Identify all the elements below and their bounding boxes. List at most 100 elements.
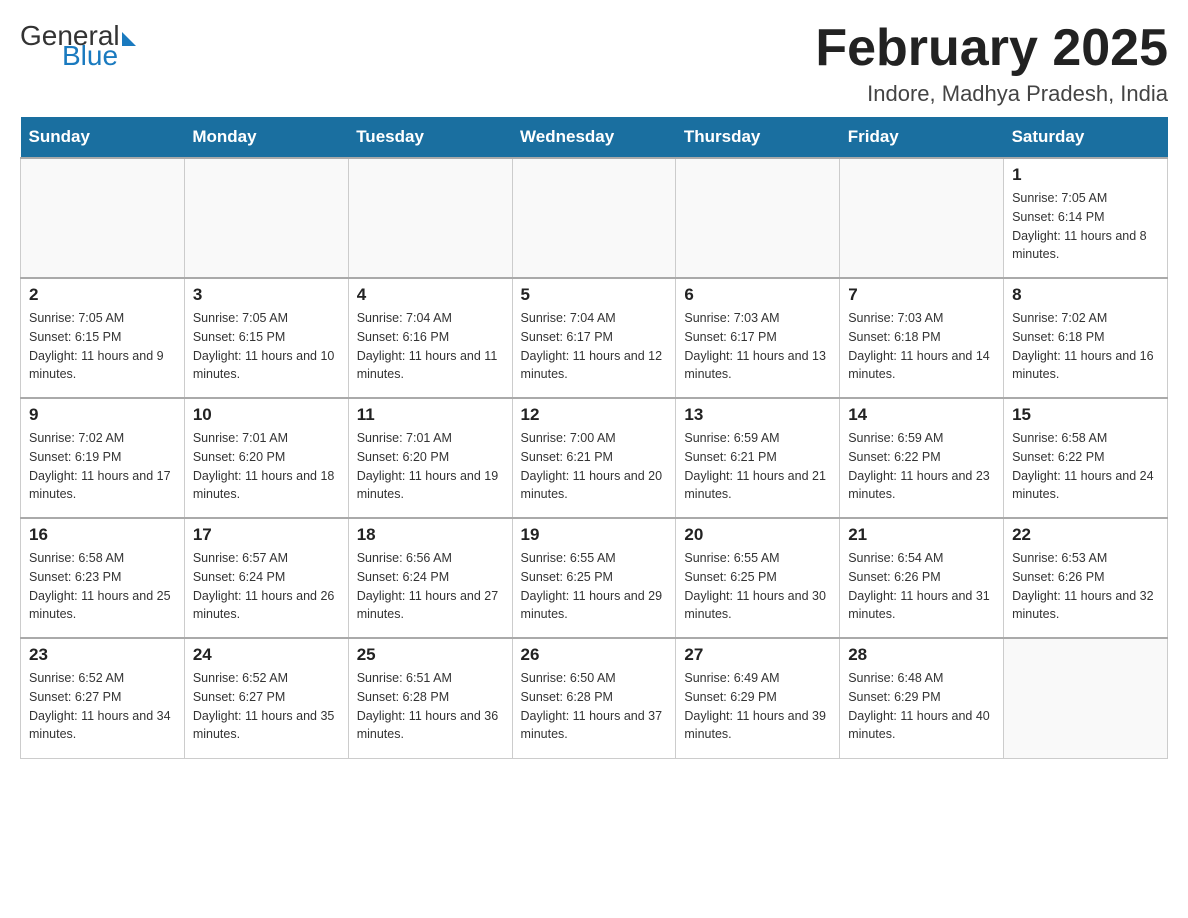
day-cell-4-3: 26 Sunrise: 6:50 AMSunset: 6:28 PMDayligh… bbox=[512, 638, 676, 758]
day-cell-0-2 bbox=[348, 158, 512, 278]
day-info: Sunrise: 6:50 AMSunset: 6:28 PMDaylight:… bbox=[521, 669, 668, 744]
day-info: Sunrise: 6:54 AMSunset: 6:26 PMDaylight:… bbox=[848, 549, 995, 624]
day-number: 10 bbox=[193, 405, 340, 425]
day-cell-2-3: 12Sunrise: 7:00 AMSunset: 6:21 PMDayligh… bbox=[512, 398, 676, 518]
week-row-2: 2 Sunrise: 7:05 AMSunset: 6:15 PMDaylight… bbox=[21, 278, 1168, 398]
col-monday: Monday bbox=[184, 117, 348, 158]
day-info: Sunrise: 7:04 AMSunset: 6:16 PMDaylight:… bbox=[357, 309, 504, 384]
day-number: 17 bbox=[193, 525, 340, 545]
day-number: 15 bbox=[1012, 405, 1159, 425]
day-cell-1-6: 8 Sunrise: 7:02 AMSunset: 6:18 PMDaylight… bbox=[1004, 278, 1168, 398]
day-cell-2-5: 14 Sunrise: 6:59 AMSunset: 6:22 PMDayligh… bbox=[840, 398, 1004, 518]
week-row-4: 16Sunrise: 6:58 AMSunset: 6:23 PMDayligh… bbox=[21, 518, 1168, 638]
day-number: 14 bbox=[848, 405, 995, 425]
day-cell-3-5: 21 Sunrise: 6:54 AMSunset: 6:26 PMDayligh… bbox=[840, 518, 1004, 638]
day-info: Sunrise: 6:55 AMSunset: 6:25 PMDaylight:… bbox=[521, 549, 668, 624]
day-number: 19 bbox=[521, 525, 668, 545]
day-number: 1 bbox=[1012, 165, 1159, 185]
day-number: 26 bbox=[521, 645, 668, 665]
col-thursday: Thursday bbox=[676, 117, 840, 158]
day-number: 4 bbox=[357, 285, 504, 305]
day-cell-0-3 bbox=[512, 158, 676, 278]
day-number: 8 bbox=[1012, 285, 1159, 305]
logo: General Blue bbox=[20, 20, 136, 72]
day-number: 5 bbox=[521, 285, 668, 305]
day-cell-2-2: 11 Sunrise: 7:01 AMSunset: 6:20 PMDayligh… bbox=[348, 398, 512, 518]
day-number: 20 bbox=[684, 525, 831, 545]
day-info: Sunrise: 6:56 AMSunset: 6:24 PMDaylight:… bbox=[357, 549, 504, 624]
day-info: Sunrise: 6:48 AMSunset: 6:29 PMDaylight:… bbox=[848, 669, 995, 744]
day-number: 3 bbox=[193, 285, 340, 305]
day-cell-4-6 bbox=[1004, 638, 1168, 758]
day-number: 23 bbox=[29, 645, 176, 665]
day-cell-2-6: 15 Sunrise: 6:58 AMSunset: 6:22 PMDayligh… bbox=[1004, 398, 1168, 518]
week-row-1: 1Sunrise: 7:05 AMSunset: 6:14 PMDaylight… bbox=[21, 158, 1168, 278]
day-cell-0-1 bbox=[184, 158, 348, 278]
day-number: 2 bbox=[29, 285, 176, 305]
day-cell-2-4: 13 Sunrise: 6:59 AMSunset: 6:21 PMDayligh… bbox=[676, 398, 840, 518]
day-cell-4-1: 24 Sunrise: 6:52 AMSunset: 6:27 PMDayligh… bbox=[184, 638, 348, 758]
day-info: Sunrise: 6:51 AMSunset: 6:28 PMDaylight:… bbox=[357, 669, 504, 744]
day-number: 22 bbox=[1012, 525, 1159, 545]
week-row-5: 23 Sunrise: 6:52 AMSunset: 6:27 PMDayligh… bbox=[21, 638, 1168, 758]
day-cell-1-1: 3 Sunrise: 7:05 AMSunset: 6:15 PMDaylight… bbox=[184, 278, 348, 398]
day-number: 9 bbox=[29, 405, 176, 425]
day-info: Sunrise: 7:02 AMSunset: 6:19 PMDaylight:… bbox=[29, 429, 176, 504]
day-cell-2-1: 10 Sunrise: 7:01 AMSunset: 6:20 PMDayligh… bbox=[184, 398, 348, 518]
day-info: Sunrise: 7:02 AMSunset: 6:18 PMDaylight:… bbox=[1012, 309, 1159, 384]
day-cell-0-6: 1Sunrise: 7:05 AMSunset: 6:14 PMDaylight… bbox=[1004, 158, 1168, 278]
logo-blue-text: Blue bbox=[62, 40, 118, 72]
day-cell-4-2: 25 Sunrise: 6:51 AMSunset: 6:28 PMDayligh… bbox=[348, 638, 512, 758]
day-info: Sunrise: 6:52 AMSunset: 6:27 PMDaylight:… bbox=[29, 669, 176, 744]
day-info: Sunrise: 7:01 AMSunset: 6:20 PMDaylight:… bbox=[357, 429, 504, 504]
day-info: Sunrise: 6:53 AMSunset: 6:26 PMDaylight:… bbox=[1012, 549, 1159, 624]
day-info: Sunrise: 6:58 AMSunset: 6:22 PMDaylight:… bbox=[1012, 429, 1159, 504]
day-number: 27 bbox=[684, 645, 831, 665]
day-info: Sunrise: 6:52 AMSunset: 6:27 PMDaylight:… bbox=[193, 669, 340, 744]
day-info: Sunrise: 6:59 AMSunset: 6:21 PMDaylight:… bbox=[684, 429, 831, 504]
day-info: Sunrise: 7:03 AMSunset: 6:17 PMDaylight:… bbox=[684, 309, 831, 384]
day-info: Sunrise: 7:05 AMSunset: 6:15 PMDaylight:… bbox=[193, 309, 340, 384]
day-info: Sunrise: 7:01 AMSunset: 6:20 PMDaylight:… bbox=[193, 429, 340, 504]
day-cell-1-2: 4 Sunrise: 7:04 AMSunset: 6:16 PMDaylight… bbox=[348, 278, 512, 398]
col-sunday: Sunday bbox=[21, 117, 185, 158]
day-number: 18 bbox=[357, 525, 504, 545]
day-cell-1-0: 2 Sunrise: 7:05 AMSunset: 6:15 PMDaylight… bbox=[21, 278, 185, 398]
month-title: February 2025 bbox=[815, 20, 1168, 77]
day-cell-2-0: 9 Sunrise: 7:02 AMSunset: 6:19 PMDaylight… bbox=[21, 398, 185, 518]
day-info: Sunrise: 7:00 AMSunset: 6:21 PMDaylight:… bbox=[521, 429, 668, 504]
day-number: 11 bbox=[357, 405, 504, 425]
day-number: 13 bbox=[684, 405, 831, 425]
day-cell-3-3: 19 Sunrise: 6:55 AMSunset: 6:25 PMDayligh… bbox=[512, 518, 676, 638]
day-cell-4-4: 27 Sunrise: 6:49 AMSunset: 6:29 PMDayligh… bbox=[676, 638, 840, 758]
day-cell-3-4: 20Sunrise: 6:55 AMSunset: 6:25 PMDayligh… bbox=[676, 518, 840, 638]
day-info: Sunrise: 6:57 AMSunset: 6:24 PMDaylight:… bbox=[193, 549, 340, 624]
logo-arrow-icon bbox=[122, 32, 136, 46]
day-number: 25 bbox=[357, 645, 504, 665]
day-number: 7 bbox=[848, 285, 995, 305]
day-cell-3-2: 18 Sunrise: 6:56 AMSunset: 6:24 PMDayligh… bbox=[348, 518, 512, 638]
col-saturday: Saturday bbox=[1004, 117, 1168, 158]
day-number: 28 bbox=[848, 645, 995, 665]
day-info: Sunrise: 6:58 AMSunset: 6:23 PMDaylight:… bbox=[29, 549, 176, 624]
day-number: 21 bbox=[848, 525, 995, 545]
day-cell-1-4: 6 Sunrise: 7:03 AMSunset: 6:17 PMDaylight… bbox=[676, 278, 840, 398]
day-info: Sunrise: 7:05 AMSunset: 6:15 PMDaylight:… bbox=[29, 309, 176, 384]
day-cell-1-5: 7Sunrise: 7:03 AMSunset: 6:18 PMDaylight… bbox=[840, 278, 1004, 398]
day-number: 24 bbox=[193, 645, 340, 665]
day-number: 6 bbox=[684, 285, 831, 305]
title-section: February 2025 Indore, Madhya Pradesh, In… bbox=[815, 20, 1168, 107]
day-cell-1-3: 5 Sunrise: 7:04 AMSunset: 6:17 PMDaylight… bbox=[512, 278, 676, 398]
day-cell-0-0 bbox=[21, 158, 185, 278]
col-wednesday: Wednesday bbox=[512, 117, 676, 158]
day-cell-3-0: 16Sunrise: 6:58 AMSunset: 6:23 PMDayligh… bbox=[21, 518, 185, 638]
day-info: Sunrise: 6:59 AMSunset: 6:22 PMDaylight:… bbox=[848, 429, 995, 504]
day-info: Sunrise: 7:04 AMSunset: 6:17 PMDaylight:… bbox=[521, 309, 668, 384]
day-info: Sunrise: 6:49 AMSunset: 6:29 PMDaylight:… bbox=[684, 669, 831, 744]
day-cell-3-6: 22 Sunrise: 6:53 AMSunset: 6:26 PMDayligh… bbox=[1004, 518, 1168, 638]
day-cell-4-5: 28 Sunrise: 6:48 AMSunset: 6:29 PMDayligh… bbox=[840, 638, 1004, 758]
calendar-table: Sunday Monday Tuesday Wednesday Thursday… bbox=[20, 117, 1168, 759]
day-cell-3-1: 17 Sunrise: 6:57 AMSunset: 6:24 PMDayligh… bbox=[184, 518, 348, 638]
day-cell-0-5 bbox=[840, 158, 1004, 278]
calendar-header-row: Sunday Monday Tuesday Wednesday Thursday… bbox=[21, 117, 1168, 158]
